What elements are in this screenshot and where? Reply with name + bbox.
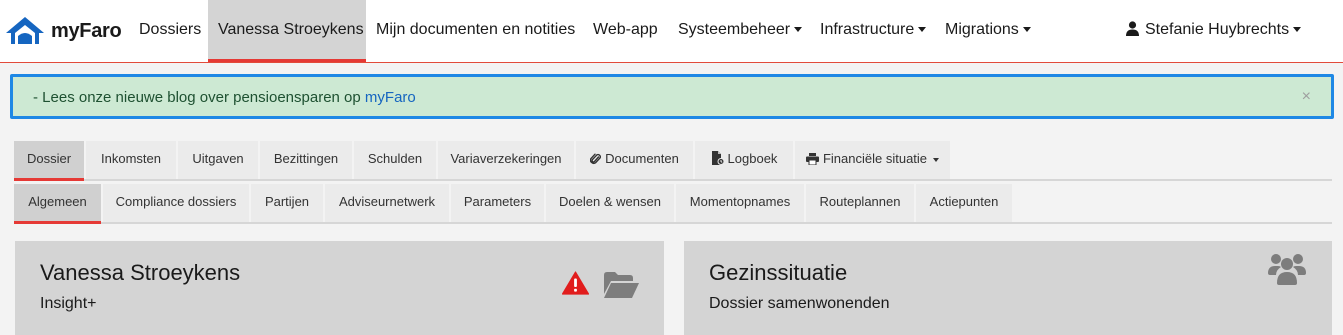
tab-label: Partijen	[264, 194, 310, 209]
client-subscription: Insight+	[40, 295, 97, 312]
caret-down-icon	[1022, 27, 1031, 33]
caret-down-icon	[918, 27, 927, 33]
myfaro-logo-icon	[6, 17, 44, 44]
nav-systeembeheer-dropdown[interactable]: Systeembeheer	[668, 0, 812, 62]
tab-documenten[interactable]: Documenten	[576, 141, 695, 179]
user-menu-dropdown[interactable]: Stefanie Huybrechts	[1116, 0, 1311, 62]
brand-logo[interactable]: myFaro	[4, 13, 122, 49]
nav-label: Dossiers	[139, 21, 202, 38]
secondary-tabs: Algemeen Compliance dossiers Partijen Ad…	[14, 184, 1332, 224]
nav-label: Migrations	[945, 21, 1019, 38]
tab-inkomsten[interactable]: Inkomsten	[86, 141, 178, 179]
tab-label: Logboek	[727, 151, 778, 166]
alert-message: - Lees onze nieuwe blog over pensioenspa…	[33, 89, 416, 106]
family-situation-status: Dossier samenwonenden	[709, 295, 890, 312]
tab-label: Parameters	[463, 194, 532, 209]
tab-label: Documenten	[605, 151, 679, 166]
paperclip-icon	[590, 153, 602, 164]
nav-label: Mijn documenten en notities	[376, 21, 576, 38]
nav-mijn-documenten[interactable]: Mijn documenten en notities	[366, 0, 585, 62]
tab-logboek[interactable]: Logboek	[695, 141, 795, 179]
primary-tabs: Dossier Inkomsten Uitgaven Bezittingen S…	[14, 141, 1332, 181]
nav-infrastructure-dropdown[interactable]: Infrastructure	[810, 0, 936, 62]
nav-migrations-dropdown[interactable]: Migrations	[935, 0, 1041, 62]
tab-partijen[interactable]: Partijen	[251, 184, 325, 222]
client-name: Vanessa Stroeykens	[40, 260, 241, 285]
client-card[interactable]: Vanessa Stroeykens Insight+	[15, 241, 664, 335]
tab-label: Doelen & wensen	[559, 194, 661, 209]
printer-icon	[805, 153, 819, 165]
nav-dossiers[interactable]: Dossiers	[129, 0, 211, 62]
caret-down-icon	[933, 157, 940, 162]
tab-label: Schulden	[367, 151, 423, 166]
user-name: Stefanie Huybrechts	[1145, 21, 1290, 38]
tab-compliance-dossiers[interactable]: Compliance dossiers	[103, 184, 251, 222]
nav-label: Infrastructure	[820, 21, 915, 38]
tab-label: Algemeen	[28, 194, 87, 209]
tab-label: Dossier	[26, 151, 72, 166]
tab-label: Variaverzekeringen	[450, 151, 562, 166]
tab-label: Financiële situatie	[822, 151, 928, 166]
tab-doelen-wensen[interactable]: Doelen & wensen	[546, 184, 676, 222]
tab-momentopnames[interactable]: Momentopnames	[676, 184, 806, 222]
alert-link[interactable]: myFaro	[365, 89, 416, 106]
nav-web-app[interactable]: Web-app	[583, 0, 668, 62]
tab-variaverzekeringen[interactable]: Variaverzekeringen	[438, 141, 576, 179]
tab-label: Momentopnames	[689, 194, 791, 209]
family-situation-title: Gezinssituatie	[709, 260, 848, 285]
nav-label: Systeembeheer	[678, 21, 791, 38]
alert-text: - Lees onze nieuwe blog over pensioenspa…	[33, 89, 365, 106]
tab-label: Actiepunten	[929, 194, 999, 209]
tab-label: Routeplannen	[819, 194, 901, 209]
tab-algemeen[interactable]: Algemeen	[14, 184, 103, 224]
tab-label: Uitgaven	[192, 151, 244, 166]
tab-label: Inkomsten	[101, 151, 161, 166]
tab-financiele-situatie-dropdown[interactable]: Financiële situatie	[795, 141, 952, 179]
caret-down-icon	[794, 27, 803, 33]
family-situation-card[interactable]: Gezinssituatie Dossier samenwonenden	[684, 241, 1332, 335]
tab-label: Adviseurnetwerk	[338, 194, 436, 209]
warning-icon[interactable]	[562, 271, 589, 295]
tab-label: Compliance dossiers	[115, 194, 237, 209]
nav-label: Web-app	[593, 21, 658, 38]
user-icon	[1126, 21, 1139, 36]
tab-label: Bezittingen	[273, 151, 339, 166]
tab-actiepunten[interactable]: Actiepunten	[916, 184, 1014, 222]
brand-name: myFaro	[51, 19, 122, 42]
top-navbar: myFaro Dossiers Vanessa Stroeykens Mijn …	[0, 0, 1343, 63]
users-icon	[1268, 254, 1306, 285]
folder-open-icon[interactable]	[604, 272, 639, 298]
file-icon	[711, 151, 724, 165]
tab-parameters[interactable]: Parameters	[451, 184, 546, 222]
caret-down-icon	[1293, 27, 1302, 33]
tab-bezittingen[interactable]: Bezittingen	[260, 141, 354, 179]
nav-current-client[interactable]: Vanessa Stroeykens	[208, 0, 366, 62]
nav-label: Vanessa Stroeykens	[218, 21, 364, 38]
tab-schulden[interactable]: Schulden	[354, 141, 438, 179]
tab-dossier[interactable]: Dossier	[14, 141, 86, 181]
close-icon[interactable]: ×	[1302, 88, 1311, 106]
tab-routeplannen[interactable]: Routeplannen	[806, 184, 916, 222]
info-alert: - Lees onze nieuwe blog over pensioenspa…	[10, 74, 1334, 119]
tab-adviseurnetwerk[interactable]: Adviseurnetwerk	[325, 184, 451, 222]
tab-uitgaven[interactable]: Uitgaven	[178, 141, 260, 179]
